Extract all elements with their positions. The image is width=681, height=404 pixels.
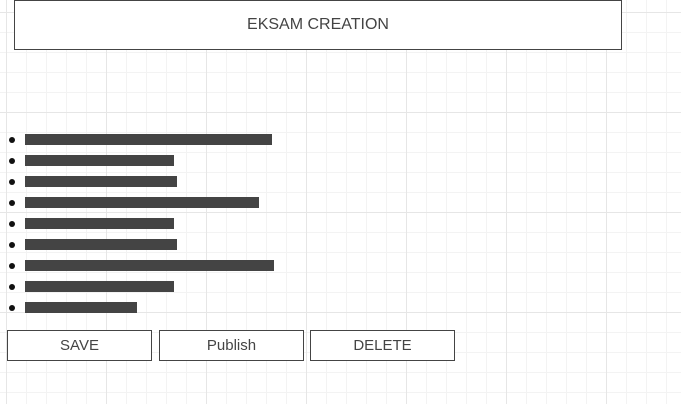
delete-button[interactable]: DELETE: [310, 330, 455, 361]
placeholder-text-bar: [25, 218, 174, 229]
bullet-icon: [9, 158, 15, 164]
placeholder-text-bar: [25, 239, 177, 250]
placeholder-text-bar: [25, 260, 274, 271]
bullet-icon: [9, 137, 15, 143]
bullet-icon: [9, 284, 15, 290]
bullet-icon: [9, 200, 15, 206]
placeholder-text-bar: [25, 281, 174, 292]
save-button[interactable]: SAVE: [7, 330, 152, 361]
bullet-icon: [9, 221, 15, 227]
page-title: EKSAM CREATION: [14, 0, 622, 50]
placeholder-text-bar: [25, 302, 137, 313]
bullet-icon: [9, 263, 15, 269]
placeholder-text-bar: [25, 134, 272, 145]
bullet-icon: [9, 242, 15, 248]
publish-button[interactable]: Publish: [159, 330, 304, 361]
page-title-text: EKSAM CREATION: [247, 16, 389, 33]
placeholder-text-bar: [25, 155, 174, 166]
placeholder-text-bar: [25, 176, 177, 187]
bullet-icon: [9, 179, 15, 185]
placeholder-text-bar: [25, 197, 259, 208]
bullet-icon: [9, 305, 15, 311]
